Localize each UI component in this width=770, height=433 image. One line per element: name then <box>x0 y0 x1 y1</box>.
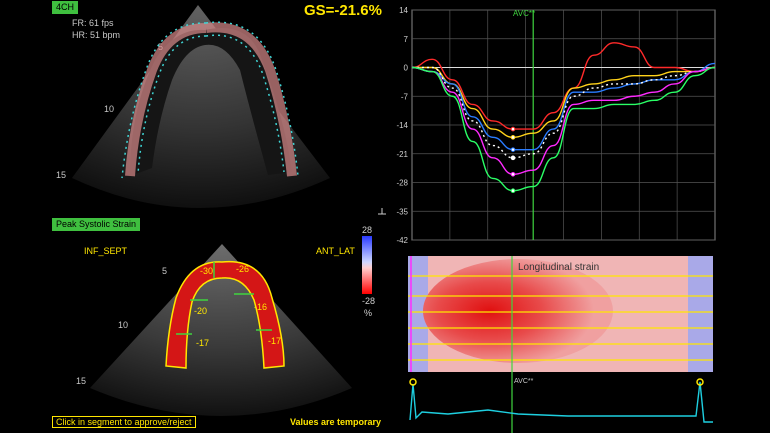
peak-marker <box>510 171 516 177</box>
segment-value[interactable]: -17 <box>268 336 281 346</box>
y-tick-label: -42 <box>396 236 408 245</box>
y-tick-label: -14 <box>396 121 408 130</box>
segment-value[interactable]: -30 <box>200 266 213 276</box>
strain-colorbar <box>362 236 372 294</box>
y-tick-label: 14 <box>399 6 408 15</box>
avc-label: AVC** <box>513 9 536 18</box>
ecg-waveform <box>409 372 713 433</box>
echo-4ch-view[interactable]: 4CH FR: 61 fps HR: 51 bpm GS=-21.6% 5 10… <box>0 0 390 218</box>
peak-marker <box>510 147 516 152</box>
peak-marker <box>510 188 516 194</box>
peak-marker <box>510 155 516 161</box>
peak-marker <box>510 135 516 140</box>
strain-curve-chart[interactable]: 14 7 0 -7 -14 -21 -28 -35 -42 AVC** <box>390 0 770 248</box>
colorbar-min: -28 <box>362 296 376 306</box>
colorbar-unit: % <box>364 308 373 318</box>
strain-heatmap[interactable] <box>408 256 713 372</box>
echo-image-bottom[interactable] <box>0 218 390 433</box>
y-tick-label: -21 <box>396 150 408 159</box>
y-tick-label: -28 <box>396 179 408 188</box>
segment-value[interactable]: -17 <box>196 338 209 348</box>
y-tick-label: -35 <box>396 207 408 216</box>
segment-value[interactable]: -20 <box>194 306 207 316</box>
echo-image-top[interactable] <box>0 0 390 218</box>
values-temporary-note: Values are temporary <box>286 416 386 428</box>
ecg-trace: AVC** <box>408 372 713 433</box>
y-tick-label: 7 <box>404 35 409 44</box>
colorbar-max: 28 <box>362 225 373 235</box>
segment-value[interactable]: -26 <box>236 264 249 274</box>
y-tick-label: -7 <box>401 92 409 101</box>
strain-map-title: Longitudinal strain <box>518 262 600 273</box>
strain-curve-plot[interactable]: 14 7 0 -7 -14 -21 -28 -35 -42 <box>390 0 770 248</box>
peak-marker <box>510 126 516 132</box>
longitudinal-strain-map[interactable]: Longitudinal strain <box>408 256 713 372</box>
peak-strain-bullseye-view[interactable]: Peak Systolic Strain INF_SEPT ANT_LAT 5 … <box>0 218 390 433</box>
segment-value[interactable]: -16 <box>254 302 267 312</box>
avc-label-bottom: AVC** <box>514 378 534 385</box>
approve-reject-hint: Click in segment to approve/reject <box>52 416 196 428</box>
y-tick-label: 0 <box>404 64 409 73</box>
